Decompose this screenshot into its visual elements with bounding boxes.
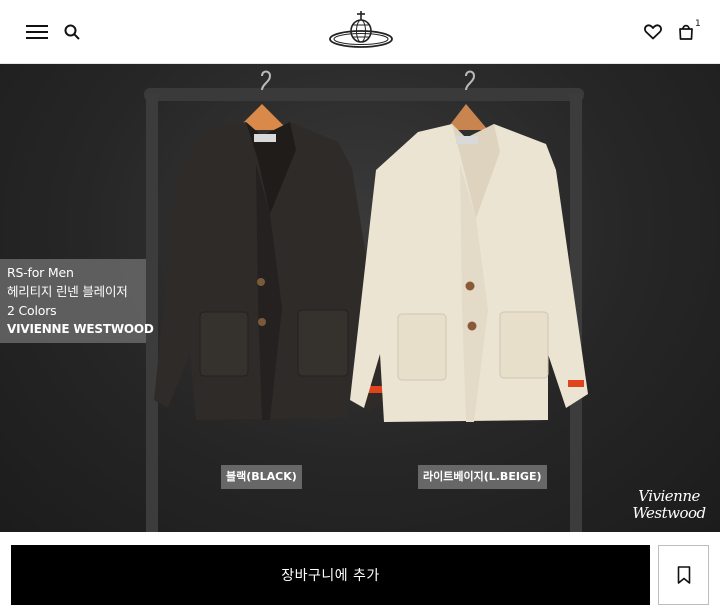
- orb-logo-icon: [329, 11, 393, 48]
- overlay-line-product-name: 헤리티지 린넨 블레이저: [7, 284, 128, 299]
- bookmark-button[interactable]: [658, 545, 709, 605]
- add-to-cart-button[interactable]: 장바구니에 추가: [11, 545, 650, 605]
- watermark-line-2: Westwood: [632, 504, 706, 522]
- color-label-black: 블랙(BLACK): [221, 465, 302, 489]
- overlay-line-collection: RS-for Men: [7, 265, 74, 280]
- top-header: 1: [0, 0, 720, 64]
- product-overlay-text: RS-for Men 헤리티지 린넨 블레이저 2 Colors VIVIENN…: [0, 259, 154, 343]
- brand-logo[interactable]: [327, 9, 395, 53]
- watermark-line-1: Vivienne: [638, 487, 700, 505]
- brand-watermark: Vivienne Westwood: [624, 488, 714, 522]
- cart-button[interactable]: 1: [674, 18, 704, 44]
- search-icon: [64, 24, 80, 40]
- hamburger-menu-icon: [26, 25, 48, 39]
- bottom-action-bar: 장바구니에 추가: [0, 532, 720, 615]
- product-image[interactable]: RS-for Men 헤리티지 린넨 블레이저 2 Colors VIVIENN…: [0, 64, 720, 532]
- color-label-beige: 라이트베이지(L.BEIGE): [418, 465, 547, 489]
- menu-button[interactable]: [24, 20, 50, 44]
- bookmark-icon: [677, 566, 690, 584]
- heart-icon: [644, 24, 662, 40]
- cart-count-badge: 1: [695, 19, 701, 29]
- overlay-line-colors: 2 Colors: [7, 303, 57, 318]
- wishlist-button[interactable]: [640, 20, 666, 44]
- shopping-bag-icon: [679, 24, 693, 40]
- search-button[interactable]: [60, 20, 84, 44]
- overlay-line-brand: VIVIENNE WESTWOOD: [7, 322, 154, 336]
